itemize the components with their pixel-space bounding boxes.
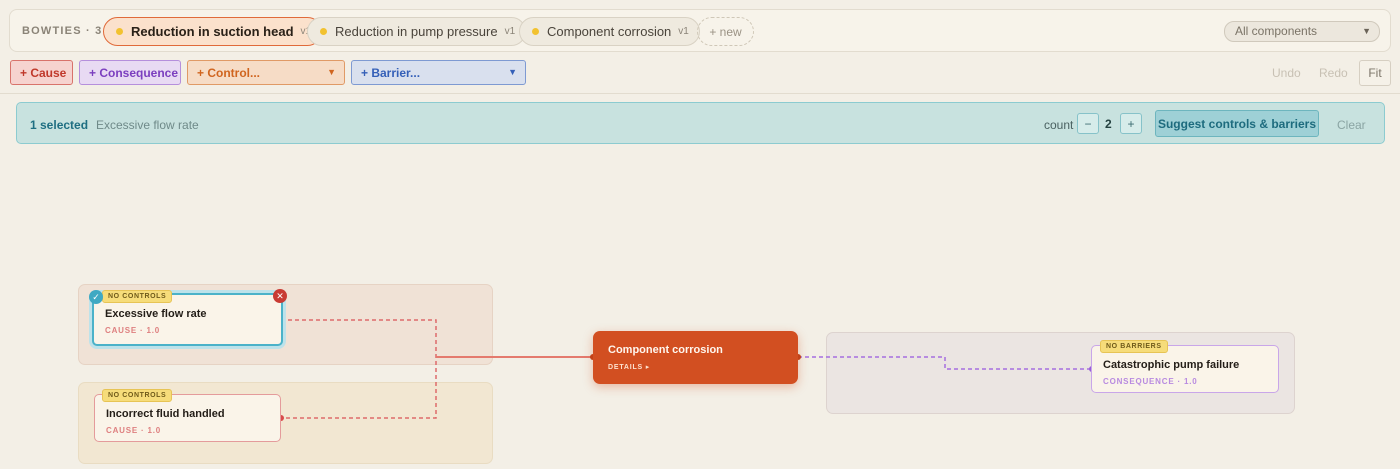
check-icon: ✓ [89,290,103,304]
node-title: Excessive flow rate [105,308,207,320]
no-controls-badge: NO CONTROLS [102,389,173,402]
no-controls-badge: NO CONTROLS [102,290,173,303]
close-icon[interactable]: ✕ [273,289,287,303]
hazard-node[interactable]: Component corrosion DETAILS ▸ [593,331,798,384]
cause-wire [281,319,437,419]
node-title: Incorrect fluid handled [106,408,225,420]
hazard-details-toggle[interactable]: DETAILS ▸ [608,363,650,371]
no-barriers-badge: NO BARRIERS [1100,340,1168,353]
node-subtitle: CAUSE · 1.0 [106,426,162,435]
hazard-title: Component corrosion [608,344,723,356]
node-subtitle: CONSEQUENCE · 1.0 [1103,377,1198,386]
consequence-wire [798,356,1092,370]
node-subtitle: CAUSE · 1.0 [105,326,161,335]
node-title: Catastrophic pump failure [1103,359,1240,371]
